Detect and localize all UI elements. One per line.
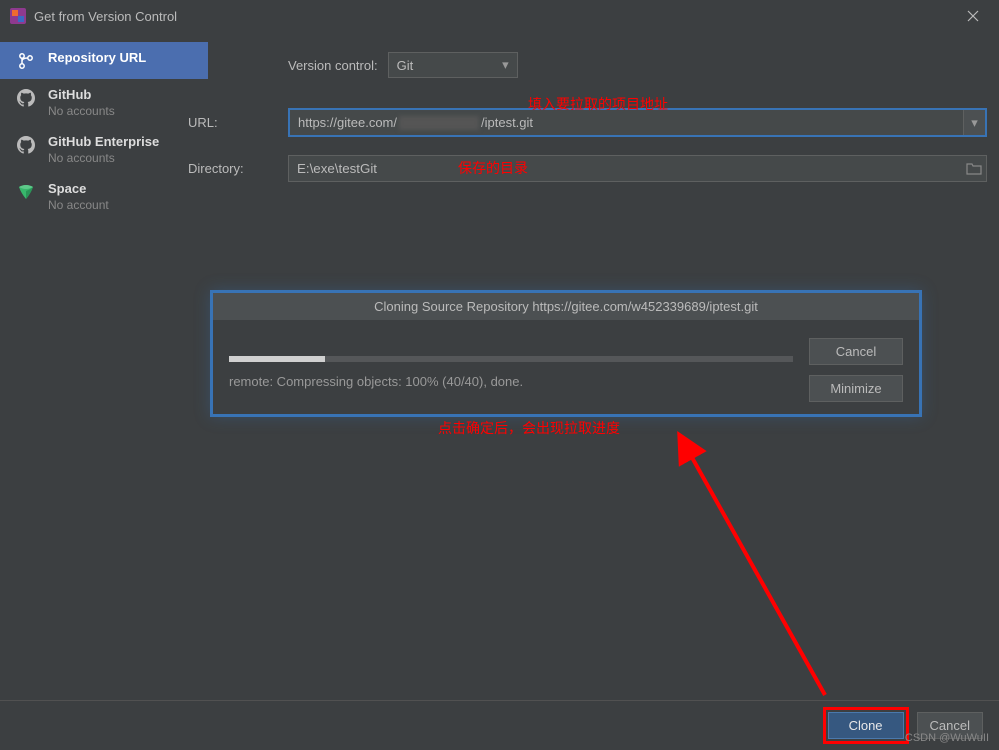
close-icon[interactable] [957,0,989,32]
app-icon [10,8,26,24]
window-title: Get from Version Control [34,9,177,24]
sidebar-item-label: Repository URL [48,50,146,65]
folder-icon [966,162,982,176]
sidebar-item-sub: No account [48,198,109,212]
github-icon [16,88,36,108]
directory-label: Directory: [188,161,288,176]
progress-minimize-button[interactable]: Minimize [809,375,903,402]
sidebar-item-space[interactable]: Space No account [0,173,208,220]
sidebar-item-github-enterprise[interactable]: GitHub Enterprise No accounts [0,126,208,173]
url-redacted [399,116,479,130]
clone-button[interactable]: Clone [828,712,904,739]
branch-icon [16,51,36,71]
sidebar-item-label: GitHub [48,87,115,102]
sidebar-item-label: GitHub Enterprise [48,134,159,149]
progress-dialog: Cloning Source Repository https://gitee.… [210,290,922,417]
sidebar-item-repository-url[interactable]: Repository URL [0,42,208,79]
url-input[interactable]: https://gitee.com/ /iptest.git [290,110,963,135]
progress-status: remote: Compressing objects: 100% (40/40… [229,374,793,389]
directory-input[interactable] [289,156,962,181]
space-icon [16,182,36,202]
version-control-label: Version control: [288,58,378,73]
version-control-value: Git [397,58,414,73]
progress-cancel-button[interactable]: Cancel [809,338,903,365]
chevron-down-icon: ▾ [502,57,509,73]
watermark: CSDN @WuWuII [905,732,989,744]
directory-input-wrap [288,155,987,182]
sidebar-item-sub: No accounts [48,104,115,118]
progress-title: Cloning Source Repository https://gitee.… [213,293,919,320]
github-icon [16,135,36,155]
url-label: URL: [188,115,288,130]
sidebar-item-github[interactable]: GitHub No accounts [0,79,208,126]
sidebar-item-label: Space [48,181,109,196]
browse-folder-button[interactable] [962,156,986,181]
url-input-wrap: https://gitee.com/ /iptest.git ▾ [288,108,987,137]
version-control-select[interactable]: Git ▾ [388,52,518,78]
sidebar: Repository URL GitHub No accounts GitHub… [0,32,208,692]
progress-bar [229,356,793,362]
clone-highlight: Clone [823,707,909,744]
progress-fill [229,356,325,362]
url-dropdown-button[interactable]: ▾ [963,110,985,135]
chevron-down-icon: ▾ [971,115,978,131]
footer: Clone Cancel [0,700,999,750]
sidebar-item-sub: No accounts [48,151,159,165]
